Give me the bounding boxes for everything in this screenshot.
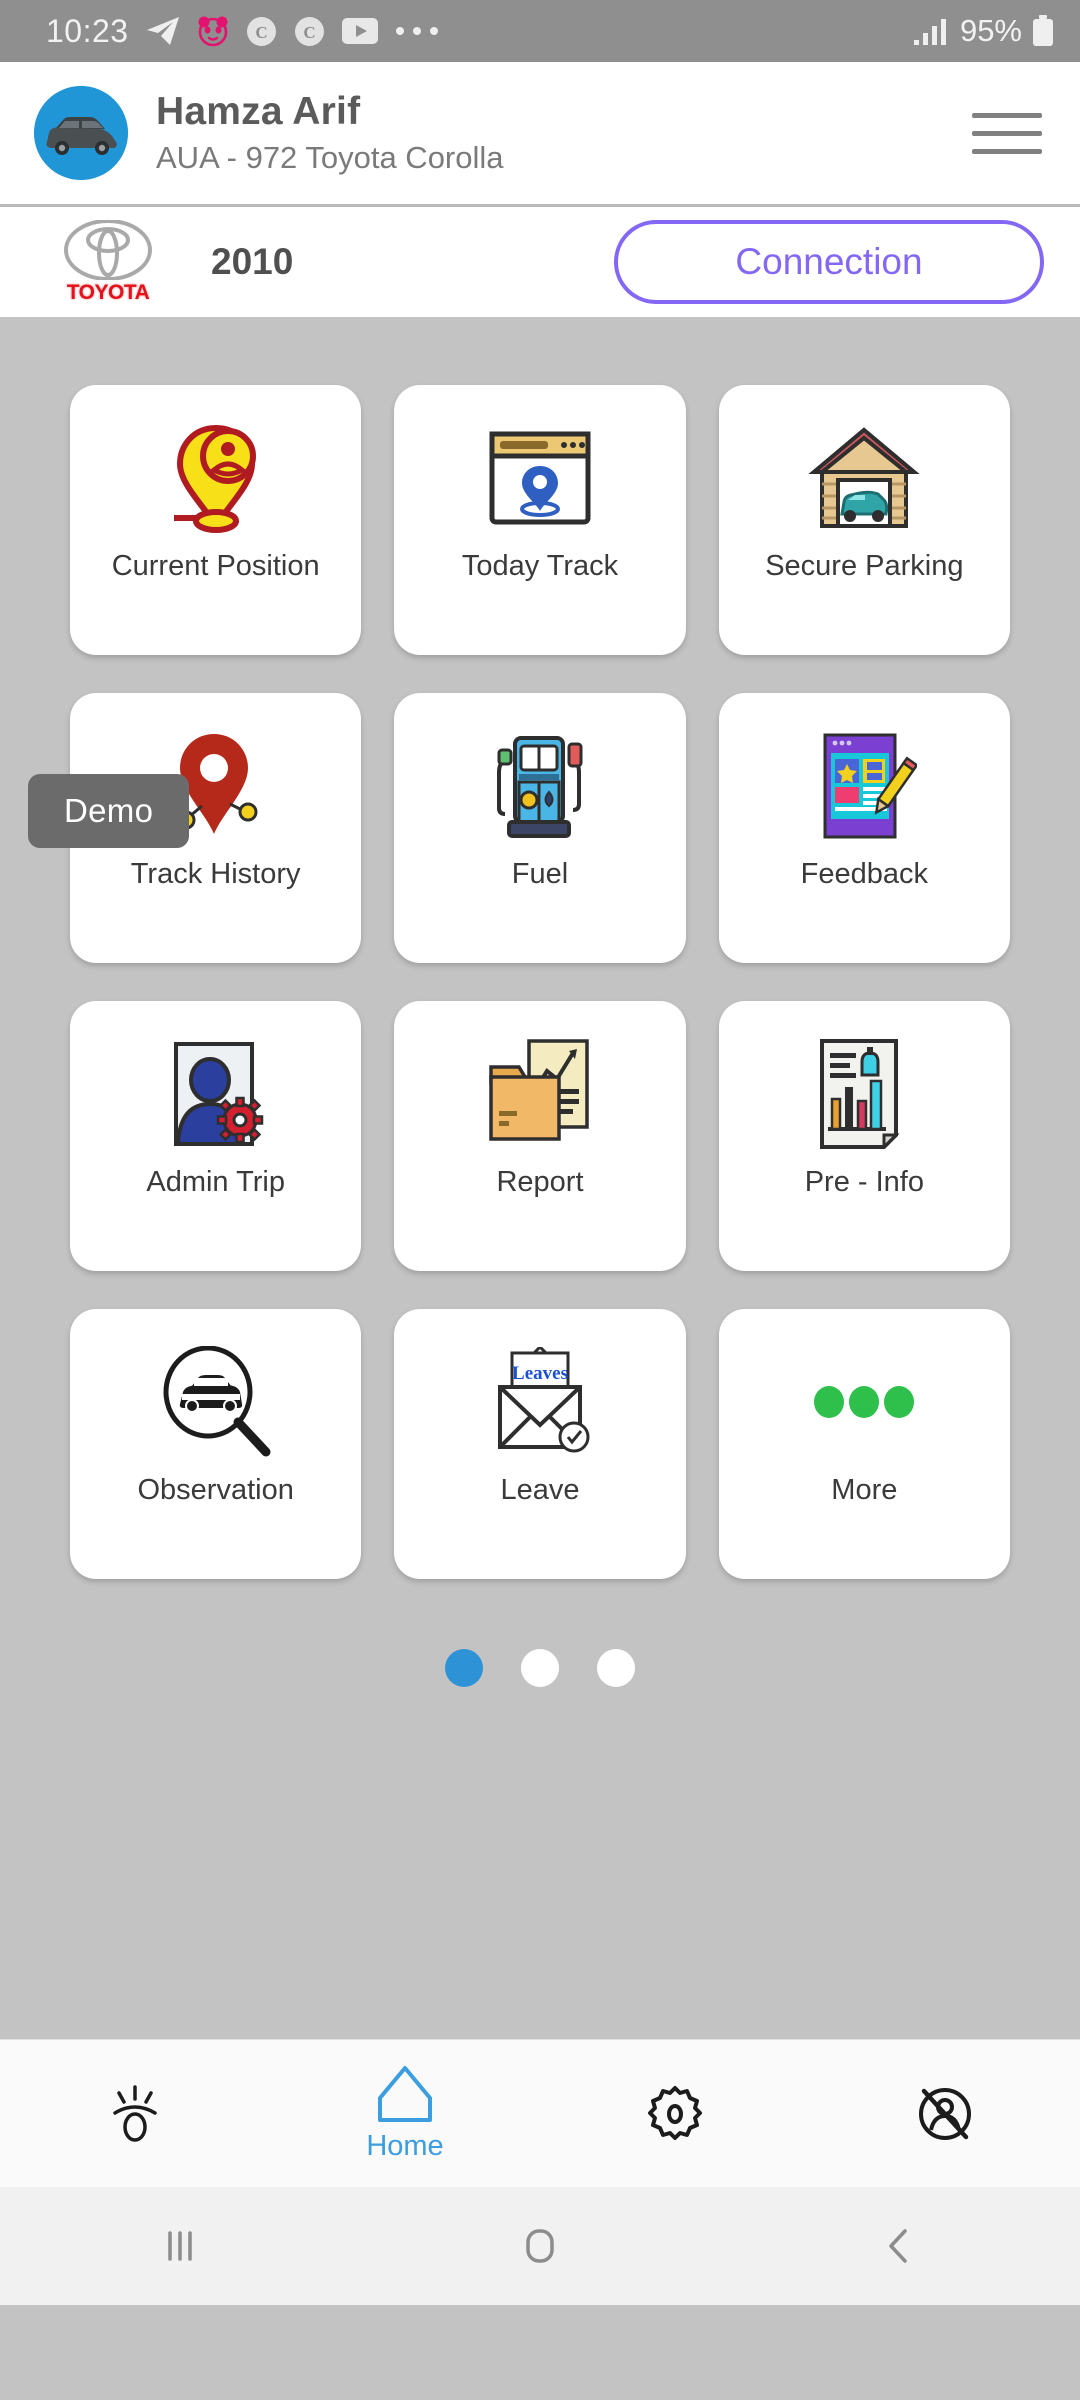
tile-label: Admin Trip <box>146 1166 285 1198</box>
youtube-icon <box>341 18 378 44</box>
home-icon <box>374 2064 436 2124</box>
recents-icon[interactable] <box>0 2223 360 2269</box>
document-chart-icon <box>814 1035 914 1153</box>
nav-item-home[interactable]: Home <box>270 2040 540 2187</box>
three-green-dots-icon <box>812 1343 916 1461</box>
bottom-navigation: Home <box>0 2039 1080 2187</box>
feedback-form-pencil-icon <box>811 727 918 845</box>
folder-chart-document-icon <box>485 1035 595 1153</box>
alert-eye-icon <box>107 2084 163 2143</box>
vehicle-year: 2010 <box>211 241 294 282</box>
pagination-dot-2[interactable] <box>521 1649 559 1687</box>
settings-gear-icon <box>646 2085 704 2143</box>
status-bar-left: 10:23 C C <box>46 13 914 50</box>
nav-item-settings[interactable] <box>540 2040 810 2187</box>
tile-fuel[interactable]: Fuel <box>394 693 686 963</box>
user-info: Hamza Arif AUA - 972 Toyota Corolla <box>156 90 972 176</box>
main-content: Current Position Today Track Secure Park… <box>0 317 1080 2039</box>
tile-today-track[interactable]: Today Track <box>394 385 686 655</box>
tile-label: Feedback <box>800 858 928 890</box>
user-gear-icon <box>162 1035 270 1153</box>
android-navigation-bar <box>0 2187 1080 2305</box>
status-bar: 10:23 C C 95% <box>0 0 1080 62</box>
battery-percentage: 95% <box>959 13 1022 48</box>
tile-label: Leave <box>500 1474 580 1506</box>
tile-label: Report <box>496 1166 584 1198</box>
svg-text:C: C <box>303 23 315 42</box>
vehicle-bar: TOYOTA 2010 Connection <box>0 207 1080 317</box>
demo-badge: Demo <box>28 774 190 848</box>
nav-item-label: Home <box>366 2130 444 2162</box>
tile-label: Fuel <box>511 858 569 890</box>
signal-bars-icon <box>913 17 950 45</box>
fuel-pump-icon <box>485 727 595 845</box>
home-square-icon[interactable] <box>360 2223 720 2269</box>
pagination-dots <box>0 1649 1080 1687</box>
telegram-icon <box>146 16 180 46</box>
toyota-logo-icon: TOYOTA <box>52 219 164 305</box>
more-notifications-icon <box>395 25 439 37</box>
tile-label: Current Position <box>111 550 320 582</box>
tile-current-position[interactable]: Current Position <box>70 385 362 655</box>
battery-icon <box>1032 15 1054 47</box>
hamburger-menu-icon[interactable] <box>972 112 1046 154</box>
tile-report[interactable]: Report <box>394 1001 686 1271</box>
foodpanda-icon <box>197 15 229 47</box>
tile-more[interactable]: More <box>718 1309 1010 1579</box>
svg-text:C: C <box>255 23 267 42</box>
tile-pre-info[interactable]: Pre - Info <box>718 1001 1010 1271</box>
tile-feedback[interactable]: Feedback <box>718 693 1010 963</box>
status-bar-clock: 10:23 <box>46 12 129 49</box>
c-app-icon: C <box>294 16 325 47</box>
c-app-icon: C <box>246 16 277 47</box>
nav-item-logout[interactable] <box>810 2040 1080 2187</box>
tile-label: Observation <box>137 1474 294 1506</box>
envelope-leaves-icon: Leaves <box>486 1343 594 1461</box>
tile-label: Pre - Info <box>804 1166 924 1198</box>
tile-label: Track History <box>130 858 301 890</box>
app-header: Hamza Arif AUA - 972 Toyota Corolla <box>0 62 1080 207</box>
pagination-dot-1[interactable] <box>445 1649 483 1687</box>
user-name: Hamza Arif <box>156 90 361 133</box>
browser-window-pin-icon <box>488 419 592 537</box>
garage-car-icon <box>808 419 920 537</box>
svg-text:Leaves: Leaves <box>512 1363 568 1384</box>
tile-label: Today Track <box>461 550 619 582</box>
tile-label: More <box>831 1474 898 1506</box>
tile-leave[interactable]: Leaves Leave <box>394 1309 686 1579</box>
pagination-dot-3[interactable] <box>597 1649 635 1687</box>
tile-admin-trip[interactable]: Admin Trip <box>70 1001 362 1271</box>
hamburger-line <box>972 130 1042 136</box>
vehicle-subtitle: AUA - 972 Toyota Corolla <box>156 140 504 175</box>
toyota-wordmark: TOYOTA <box>66 280 150 304</box>
logout-user-off-icon <box>916 2085 974 2143</box>
feature-grid: Current Position Today Track Secure Park… <box>0 317 1080 1579</box>
tile-label: Secure Parking <box>765 550 964 582</box>
nav-item-alert[interactable] <box>0 2040 270 2187</box>
hamburger-line <box>972 112 1042 118</box>
back-chevron-icon[interactable] <box>720 2223 1080 2269</box>
avatar[interactable] <box>34 86 128 180</box>
tile-secure-parking[interactable]: Secure Parking <box>718 385 1010 655</box>
connection-button[interactable]: Connection <box>614 220 1044 304</box>
status-bar-right: 95% <box>913 13 1054 49</box>
tile-observation[interactable]: Observation <box>70 1309 362 1579</box>
car-magnifier-icon <box>160 1343 272 1461</box>
location-pin-person-icon <box>166 419 266 537</box>
hamburger-line <box>972 148 1042 154</box>
